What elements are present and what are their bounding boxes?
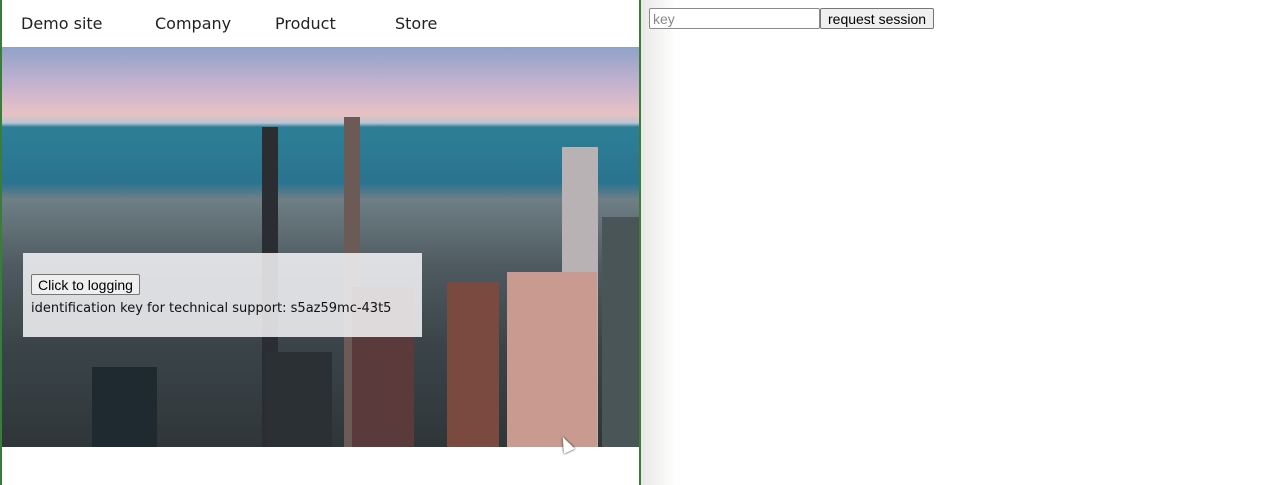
- click-to-logging-button[interactable]: Click to logging: [31, 274, 140, 295]
- top-nav: Demo site Company Product Store: [2, 0, 639, 47]
- nav-company[interactable]: Company: [155, 14, 231, 33]
- support-key-text: identification key for technical support…: [31, 301, 392, 316]
- nav-demo-site[interactable]: Demo site: [21, 14, 103, 33]
- demo-site-frame: Demo site Company Product Store Click to…: [0, 0, 641, 485]
- city-hero-image: Click to logging identification key for …: [2, 47, 639, 447]
- key-input[interactable]: [649, 8, 820, 29]
- login-panel: Click to logging identification key for …: [23, 253, 422, 337]
- nav-store[interactable]: Store: [395, 14, 437, 33]
- request-session-button[interactable]: request session: [820, 8, 935, 29]
- session-panel: request session: [641, 0, 1280, 485]
- nav-product[interactable]: Product: [275, 14, 336, 33]
